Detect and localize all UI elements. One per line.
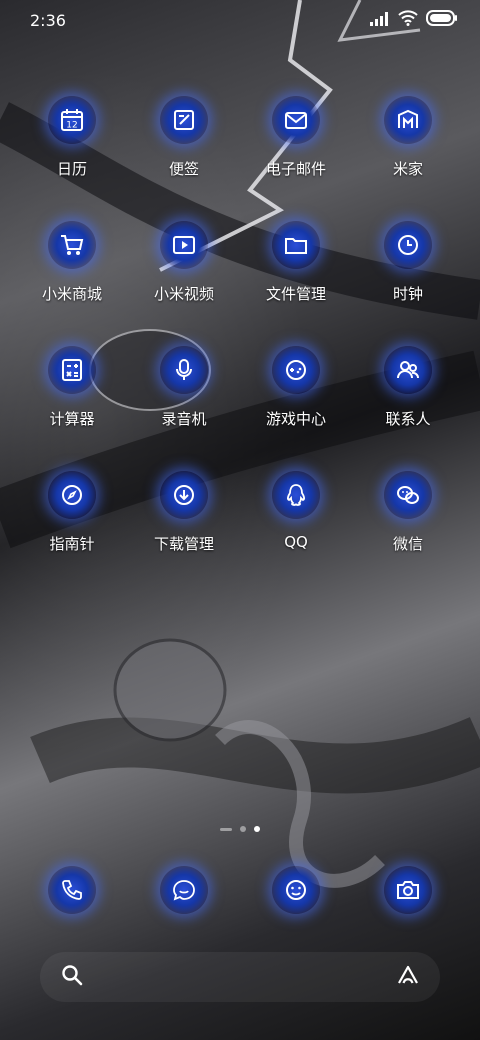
app-label: 游戏中心 — [265, 410, 326, 428]
dock-phone[interactable] — [16, 866, 128, 914]
app-mijia[interactable]: 米家 — [352, 96, 464, 184]
app-recorder[interactable]: 录音机 — [128, 346, 240, 434]
page-dot — [220, 827, 232, 831]
app-contacts[interactable]: 联系人 — [352, 346, 464, 434]
app-label: 时钟 — [392, 285, 423, 303]
battery-icon — [426, 10, 458, 30]
dock — [0, 866, 480, 914]
app-calendar[interactable]: 12 日历 — [16, 96, 128, 184]
app-calculator[interactable]: 计算器 — [16, 346, 128, 434]
app-grid: 12 日历 便签 电子邮件 米家 小米商城 小米视频 文件管理 时钟 计算器 录… — [0, 96, 480, 559]
calculator-icon — [48, 346, 96, 394]
app-label: QQ — [284, 533, 308, 551]
mijia-icon — [384, 96, 432, 144]
notes-icon — [160, 96, 208, 144]
app-label: 指南针 — [49, 535, 95, 553]
wechat-icon — [384, 471, 432, 519]
app-clock[interactable]: 时钟 — [352, 221, 464, 309]
dock-camera[interactable] — [352, 866, 464, 914]
folder-icon — [272, 221, 320, 269]
phone-icon — [48, 866, 96, 914]
signal-icon — [370, 11, 390, 30]
browser-icon — [272, 866, 320, 914]
app-label: 电子邮件 — [265, 160, 326, 178]
qq-icon — [272, 471, 320, 519]
app-compass[interactable]: 指南针 — [16, 471, 128, 559]
page-indicator[interactable] — [0, 826, 480, 832]
app-label: 文件管理 — [265, 285, 326, 303]
status-time: 2:36 — [30, 10, 66, 30]
search-icon[interactable] — [60, 963, 84, 991]
contacts-icon — [384, 346, 432, 394]
app-mi-store[interactable]: 小米商城 — [16, 221, 128, 309]
download-icon — [160, 471, 208, 519]
app-label: 小米商城 — [41, 285, 102, 303]
mail-icon — [272, 96, 320, 144]
calendar-day: 12 — [66, 121, 77, 131]
video-icon — [160, 221, 208, 269]
app-label: 便签 — [168, 160, 199, 178]
shopping-cart-icon — [48, 221, 96, 269]
app-label: 米家 — [392, 160, 423, 178]
app-label: 下载管理 — [153, 535, 214, 553]
app-wechat[interactable]: 微信 — [352, 471, 464, 559]
status-bar: 2:36 — [0, 0, 480, 40]
page-dot — [240, 826, 246, 832]
wifi-icon — [398, 10, 418, 30]
microphone-icon — [160, 346, 208, 394]
calendar-icon: 12 — [48, 96, 96, 144]
dock-browser[interactable] — [240, 866, 352, 914]
messages-icon — [160, 866, 208, 914]
app-mail[interactable]: 电子邮件 — [240, 96, 352, 184]
app-game-center[interactable]: 游戏中心 — [240, 346, 352, 434]
app-files[interactable]: 文件管理 — [240, 221, 352, 309]
app-label: 小米视频 — [153, 285, 214, 303]
app-qq[interactable]: QQ — [240, 471, 352, 559]
app-label: 微信 — [392, 535, 423, 553]
assistant-icon[interactable] — [396, 963, 420, 991]
app-notes[interactable]: 便签 — [128, 96, 240, 184]
app-mi-video[interactable]: 小米视频 — [128, 221, 240, 309]
app-label: 联系人 — [385, 410, 431, 428]
dock-messages[interactable] — [128, 866, 240, 914]
camera-icon — [384, 866, 432, 914]
app-downloads[interactable]: 下载管理 — [128, 471, 240, 559]
app-label: 计算器 — [49, 410, 95, 428]
app-label: 录音机 — [161, 410, 207, 428]
app-label: 日历 — [56, 160, 87, 178]
page-dot-active — [254, 826, 260, 832]
clock-icon — [384, 221, 432, 269]
compass-icon — [48, 471, 96, 519]
search-bar[interactable] — [40, 952, 440, 1002]
gamepad-icon — [272, 346, 320, 394]
